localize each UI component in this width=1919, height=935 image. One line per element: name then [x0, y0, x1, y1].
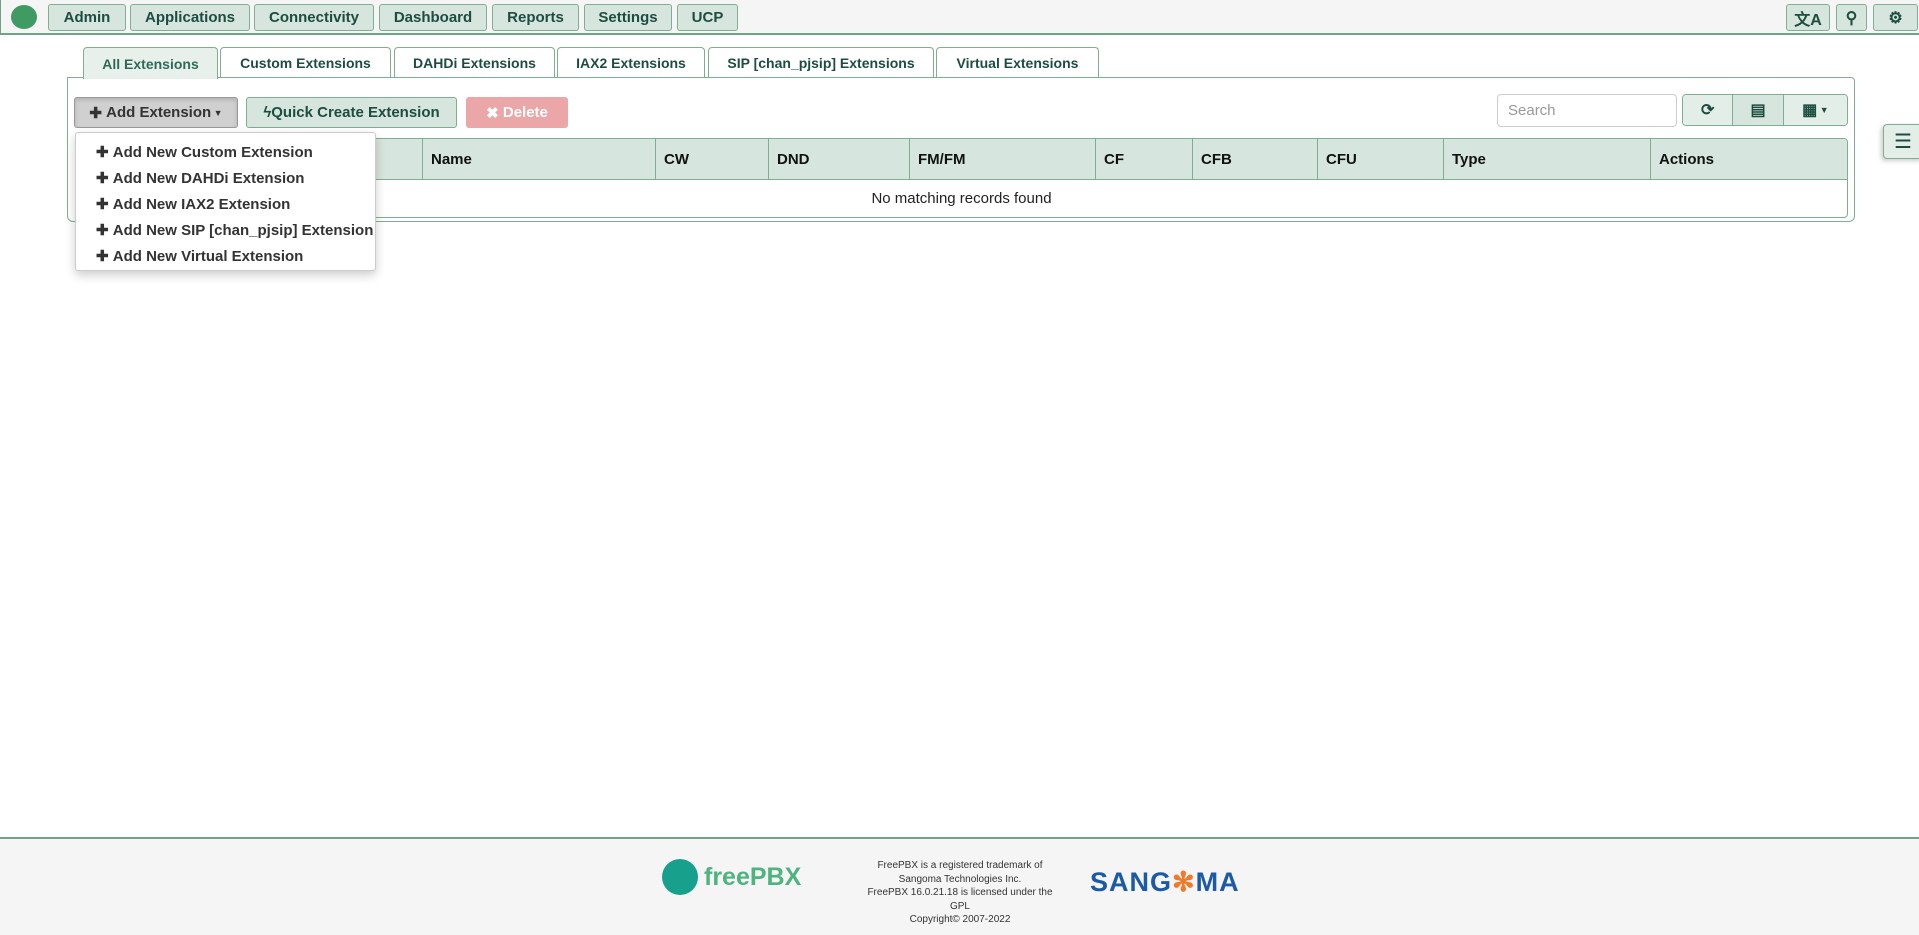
- col-dnd[interactable]: DND: [768, 139, 909, 179]
- search-input[interactable]: [1497, 94, 1677, 127]
- menu-item-iax2[interactable]: ✚ Add New IAX2 Extension: [76, 191, 375, 217]
- list-view-icon[interactable]: ▤: [1733, 95, 1784, 125]
- nav-applications[interactable]: Applications: [130, 4, 250, 31]
- nav-ucp[interactable]: UCP: [677, 4, 738, 31]
- x-icon: ✖: [486, 104, 503, 122]
- nav-reports[interactable]: Reports: [492, 4, 579, 31]
- col-cf[interactable]: CF: [1095, 139, 1192, 179]
- col-cfb[interactable]: CFB: [1192, 139, 1317, 179]
- add-extension-button[interactable]: ✚ Add Extension ▼: [74, 97, 238, 128]
- menu-item-sip[interactable]: ✚ Add New SIP [chan_pjsip] Extension: [76, 217, 375, 243]
- search-icon[interactable]: ⚲: [1836, 4, 1867, 31]
- columns-icon[interactable]: ▦ ▼: [1783, 95, 1847, 125]
- add-extension-menu: ✚ Add New Custom Extension ✚ Add New DAH…: [75, 132, 376, 271]
- gear-icon[interactable]: ⚙: [1873, 4, 1918, 31]
- tab-virtual-extensions[interactable]: Virtual Extensions: [936, 47, 1099, 78]
- plus-icon: ✚: [89, 104, 107, 122]
- col-type[interactable]: Type: [1443, 139, 1650, 179]
- menu-item-dahdi[interactable]: ✚ Add New DAHDi Extension: [76, 165, 375, 191]
- table-tools: ⟳ ▤ ▦ ▼: [1682, 94, 1848, 126]
- tab-iax2-extensions[interactable]: IAX2 Extensions: [557, 47, 705, 78]
- menu-item-custom[interactable]: ✚ Add New Custom Extension: [76, 139, 375, 165]
- tab-all-extensions[interactable]: All Extensions: [83, 47, 218, 79]
- list-sidebar-toggle-icon[interactable]: ☰: [1883, 124, 1919, 159]
- nav-connectivity[interactable]: Connectivity: [254, 4, 374, 31]
- freepbx-logo-icon[interactable]: [11, 5, 37, 29]
- nav-admin[interactable]: Admin: [48, 4, 126, 31]
- col-cfu[interactable]: CFU: [1317, 139, 1443, 179]
- footer: freePBX FreePBX is a registered trademar…: [0, 837, 1919, 935]
- sangoma-logo: SANG✻MA: [1090, 867, 1240, 897]
- tab-custom-extensions[interactable]: Custom Extensions: [220, 47, 391, 78]
- caret-down-icon: ▼: [211, 107, 223, 118]
- quick-create-button[interactable]: ϟ Quick Create Extension: [246, 97, 457, 128]
- menu-item-virtual[interactable]: ✚ Add New Virtual Extension: [76, 243, 375, 269]
- nav-dashboard[interactable]: Dashboard: [379, 4, 487, 31]
- col-fmfm[interactable]: FM/FM: [909, 139, 1095, 179]
- translate-icon[interactable]: 文A: [1786, 4, 1830, 31]
- col-actions: Actions: [1650, 139, 1847, 179]
- col-name[interactable]: Name: [422, 139, 655, 179]
- freepbx-frog-icon: [662, 859, 698, 895]
- refresh-icon[interactable]: ⟳: [1683, 95, 1734, 125]
- bolt-icon: ϟ: [263, 104, 272, 121]
- freepbx-logo: freePBX: [662, 859, 801, 895]
- nav-settings[interactable]: Settings: [584, 4, 672, 31]
- delete-button[interactable]: ✖ Delete: [466, 97, 568, 128]
- tab-sip-extensions[interactable]: SIP [chan_pjsip] Extensions: [708, 47, 934, 78]
- tab-dahdi-extensions[interactable]: DAHDi Extensions: [394, 47, 555, 78]
- top-nav: Admin Applications Connectivity Dashboar…: [0, 0, 1919, 35]
- col-cw[interactable]: CW: [655, 139, 768, 179]
- footer-legal: FreePBX is a registered trademark of San…: [867, 860, 1053, 925]
